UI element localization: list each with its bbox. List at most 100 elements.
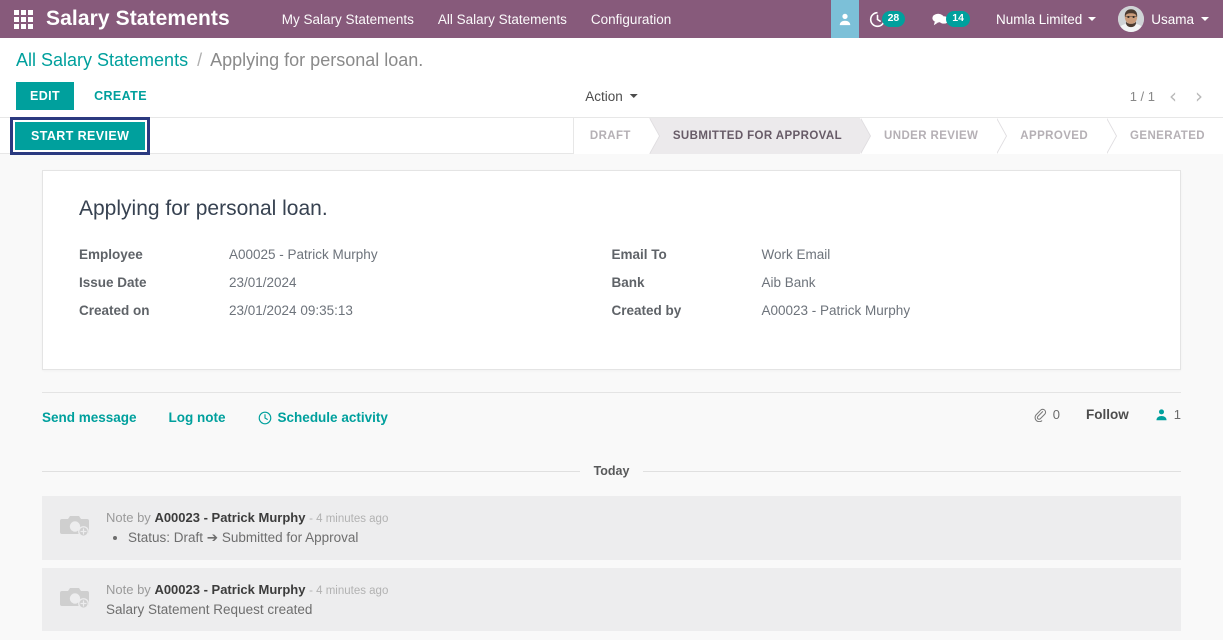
- field-label: Email To: [611, 247, 667, 262]
- message-header: Note by A00023 - Patrick Murphy - 4 minu…: [106, 510, 1167, 525]
- user-icon: [1156, 409, 1167, 421]
- edit-button[interactable]: EDIT: [16, 82, 75, 110]
- breadcrumb-separator: /: [197, 50, 203, 70]
- status-stage-draft[interactable]: DRAFT: [573, 118, 660, 154]
- breadcrumb: All Salary Statements / Applying for per…: [16, 38, 1207, 75]
- field-value: Aib Bank: [761, 275, 816, 290]
- separator-line-left: [42, 470, 580, 472]
- field-value: A00025 - Patrick Murphy: [229, 247, 378, 262]
- chevron-down-icon: [1088, 17, 1097, 21]
- message-prefix: Note by: [106, 582, 151, 597]
- field-email-to: Email To Work Email: [612, 247, 1145, 262]
- attachments-counter[interactable]: 0: [1033, 407, 1060, 422]
- field-value: 23/01/2024 09:35:13: [229, 303, 353, 318]
- chevron-right-icon[interactable]: ›: [1191, 86, 1207, 106]
- message-body: Note by A00023 - Patrick Murphy - 4 minu…: [106, 580, 1167, 617]
- follow-button[interactable]: Follow: [1086, 407, 1129, 422]
- create-button[interactable]: CREATE: [80, 82, 161, 110]
- field-value: A00023 - Patrick Murphy: [761, 303, 911, 318]
- followers-counter[interactable]: 1: [1155, 407, 1181, 422]
- action-dropdown[interactable]: Action: [585, 89, 638, 104]
- field-label: Created on: [79, 303, 150, 318]
- form-fields: Employee A00025 - Patrick Murphy Issue D…: [79, 247, 1144, 331]
- form-column-right: Email To Work Email Bank Aib Bank Create…: [612, 247, 1145, 331]
- pager: 1 / 1 ‹ ›: [1130, 86, 1207, 106]
- message-prefix: Note by: [106, 510, 151, 525]
- message-avatar: [58, 508, 92, 542]
- apps-menu-button[interactable]: [0, 0, 46, 38]
- company-switcher[interactable]: Numla Limited: [995, 11, 1097, 27]
- chatter-stats: 0 Follow 1: [1033, 407, 1181, 422]
- field-issue-date: Issue Date 23/01/2024: [79, 275, 612, 290]
- chatter-toolbar: Send message Log note Schedule activity …: [42, 392, 1181, 428]
- chevron-left-icon[interactable]: ‹: [1165, 86, 1181, 106]
- field-value: Work Email: [761, 247, 831, 262]
- user-icon: [839, 13, 850, 26]
- navbar-right-group: 28 14 Numla Limited Usama: [830, 0, 1223, 38]
- chatter: Send message Log note Schedule activity …: [0, 392, 1223, 631]
- menu-item-configuration[interactable]: Configuration: [591, 12, 671, 27]
- chevron-down-icon: [1201, 17, 1209, 21]
- field-created-on: Created on 23/01/2024 09:35:13: [79, 303, 612, 318]
- followers-count: 1: [1173, 407, 1181, 422]
- messaging-menu-button[interactable]: 14: [931, 11, 970, 28]
- company-name-label: Numla Limited: [995, 11, 1083, 27]
- separator-line-right: [643, 470, 1182, 472]
- status-stage-generated[interactable]: GENERATED: [1106, 118, 1223, 154]
- message-author: A00023 - Patrick Murphy: [154, 510, 306, 525]
- message-timestamp: - 4 minutes ago: [309, 513, 389, 525]
- start-review-focus-ring: START REVIEW: [10, 116, 151, 155]
- form-column-left: Employee A00025 - Patrick Murphy Issue D…: [79, 247, 612, 331]
- status-stage-submitted-for-approval[interactable]: SUBMITTED FOR APPROVAL: [648, 118, 872, 154]
- message-body: Note by A00023 - Patrick Murphy - 4 minu…: [106, 508, 1167, 546]
- employee-profile-button[interactable]: [830, 0, 859, 38]
- camera-placeholder-icon: [60, 588, 89, 609]
- field-value: 23/01/2024: [229, 275, 297, 290]
- field-label: Created by: [611, 303, 682, 318]
- main-menu: My Salary Statements All Salary Statemen…: [282, 12, 671, 27]
- form-sheet-wrapper: Applying for personal loan. Employee A00…: [0, 154, 1223, 370]
- field-label: Issue Date: [79, 275, 147, 290]
- message-item: Note by A00023 - Patrick Murphy - 4 minu…: [42, 568, 1181, 631]
- message-bullet-list: Status: Draft ➔ Submitted for Approval: [106, 530, 1167, 546]
- activity-count-badge: 28: [881, 11, 906, 27]
- form-sheet: Applying for personal loan. Employee A00…: [42, 170, 1181, 370]
- field-created-by: Created by A00023 - Patrick Murphy: [612, 303, 1145, 318]
- message-timestamp: - 4 minutes ago: [309, 585, 389, 597]
- date-separator: Today: [42, 464, 1182, 478]
- breadcrumb-current: Applying for personal loan.: [210, 50, 424, 70]
- activity-menu-button[interactable]: 28: [869, 11, 906, 28]
- user-menu[interactable]: Usama: [1118, 6, 1209, 32]
- paperclip-icon: [1034, 408, 1046, 422]
- field-label: Bank: [611, 275, 645, 290]
- message-text: Salary Statement Request created: [106, 602, 313, 617]
- message-author: A00023 - Patrick Murphy: [154, 582, 306, 597]
- top-navbar: Salary Statements My Salary Statements A…: [0, 0, 1223, 38]
- schedule-activity-label: Schedule activity: [277, 410, 388, 425]
- menu-item-my-salary-statements[interactable]: My Salary Statements: [282, 12, 414, 27]
- pager-value: 1 / 1: [1129, 88, 1155, 104]
- schedule-activity-button[interactable]: Schedule activity: [258, 410, 388, 425]
- field-bank: Bank Aib Bank: [612, 275, 1145, 290]
- message-bullet: Status: Draft ➔ Submitted for Approval: [128, 530, 1167, 546]
- field-label: Employee: [79, 247, 143, 262]
- control-panel-buttons-row: EDIT CREATE Action 1 / 1 ‹ ›: [16, 75, 1207, 117]
- log-note-button[interactable]: Log note: [169, 410, 226, 425]
- messages-count-badge: 14: [946, 11, 970, 27]
- attachment-count: 0: [1052, 407, 1061, 422]
- status-stage-under-review[interactable]: UNDER REVIEW: [860, 118, 1008, 154]
- menu-item-all-salary-statements[interactable]: All Salary Statements: [438, 12, 567, 27]
- breadcrumb-parent-link[interactable]: All Salary Statements: [16, 50, 188, 70]
- date-separator-label: Today: [593, 464, 630, 478]
- app-brand-title: Salary Statements: [46, 7, 230, 30]
- control-panel: All Salary Statements / Applying for per…: [0, 38, 1223, 118]
- status-stage-approved[interactable]: APPROVED: [996, 118, 1117, 154]
- chevron-down-icon: [629, 94, 638, 98]
- send-message-button[interactable]: Send message: [42, 410, 137, 425]
- apps-grid-icon: [13, 9, 33, 29]
- record-title: Applying for personal loan.: [79, 197, 328, 220]
- message-header: Note by A00023 - Patrick Murphy - 4 minu…: [106, 582, 1167, 597]
- start-review-button[interactable]: START REVIEW: [15, 121, 146, 150]
- clock-icon: [258, 411, 271, 424]
- status-pipeline: DRAFT SUBMITTED FOR APPROVAL UNDER REVIE…: [572, 118, 1223, 154]
